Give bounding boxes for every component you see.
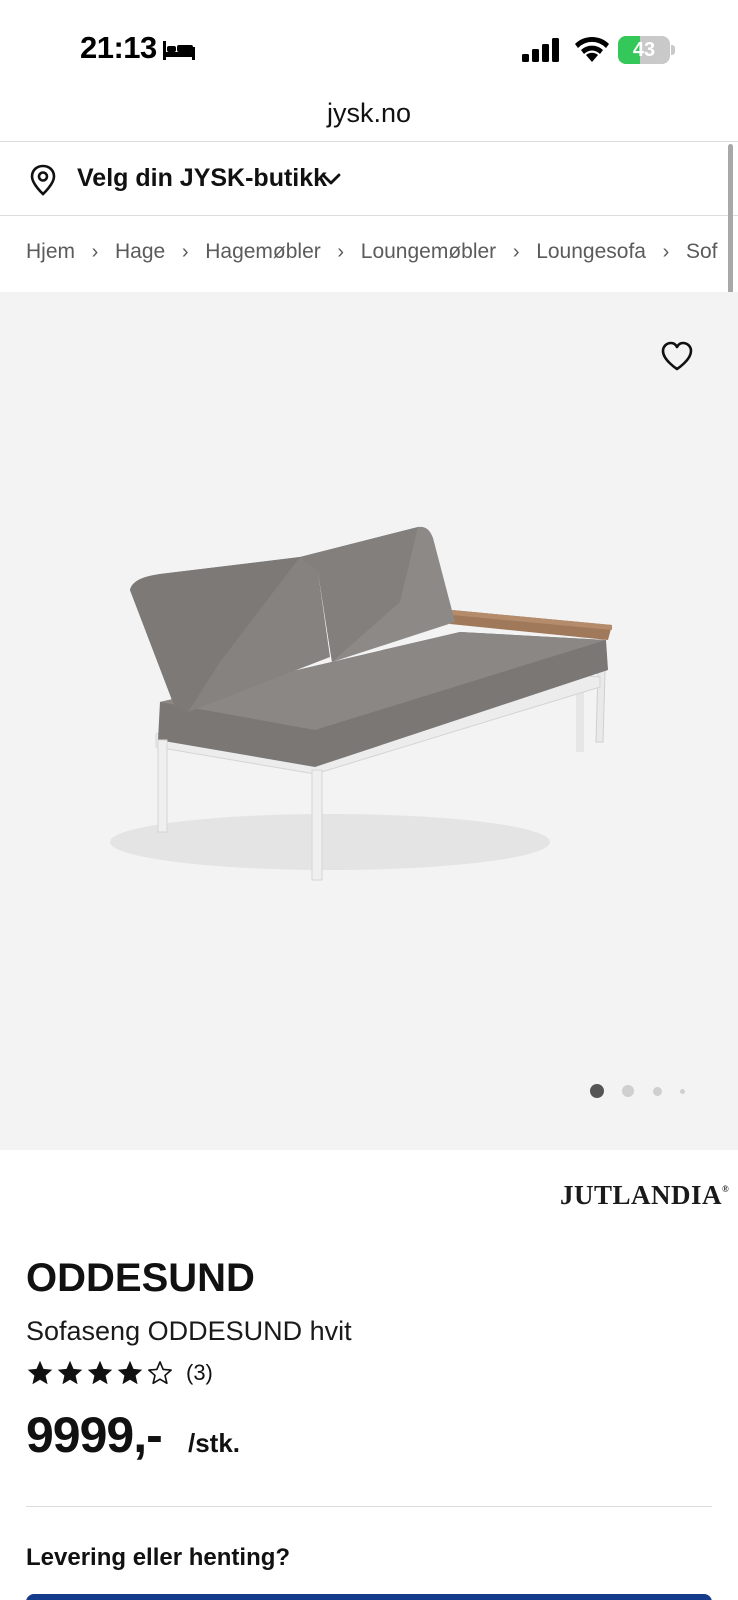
browser-url-bar[interactable]: jysk.no [0,90,738,142]
delivery-section-title: Levering eller henting? [26,1544,291,1571]
breadcrumb: Hjem › Hage › Hagemøbler › Loungemøbler … [0,216,730,292]
status-time: 21:13 [80,30,157,65]
chevron-down-icon[interactable] [320,170,342,188]
breadcrumb-separator: › [662,240,670,263]
url-text[interactable]: jysk.no [0,98,738,129]
bed-icon [163,41,195,60]
section-divider [26,1506,712,1507]
review-count[interactable]: (3) [186,1360,213,1386]
breadcrumb-separator: › [512,240,520,263]
gallery-dot[interactable] [680,1089,685,1094]
store-selector-label[interactable]: Velg din JYSK-butikk [77,164,327,193]
breadcrumb-item-loungesofa[interactable]: Loungesofa [536,240,646,264]
brand-logo[interactable]: JUTLANDIA® [560,1180,729,1216]
brand-name: JUTLANDIA [560,1180,723,1210]
heart-icon[interactable] [660,340,694,372]
star-filled-icon [117,1360,143,1385]
location-pin-icon [30,164,56,196]
gallery-dot[interactable] [622,1085,634,1097]
store-selector[interactable]: Velg din JYSK-butikk [0,142,738,216]
product-image-sofa [110,526,612,881]
breadcrumb-item-hage[interactable]: Hage [115,240,165,264]
delivery-option-button[interactable] [26,1594,712,1600]
product-title: ODDESUND [26,1256,255,1300]
status-bar: 21:13 43 [0,0,738,100]
star-filled-icon [27,1360,53,1385]
product-price: 9999,- [26,1407,163,1463]
brand-registered-mark: ® [722,1184,730,1194]
breadcrumb-item-sofaseng[interactable]: Sof [686,240,718,264]
product-description: Sofaseng ODDESUND hvit [26,1316,352,1346]
breadcrumb-separator: › [337,240,345,263]
gallery-dot[interactable] [590,1084,604,1098]
breadcrumb-separator: › [91,240,99,263]
price-unit: /stk. [188,1428,241,1458]
wifi-icon [575,36,609,62]
star-empty-icon [148,1361,172,1385]
battery-percent: 43 [632,39,656,61]
breadcrumb-item-hjem[interactable]: Hjem [26,240,75,264]
gallery-pagination [590,1082,700,1102]
star-filled-icon [87,1360,113,1385]
battery-charging-icon: 43 [618,36,675,64]
breadcrumb-item-hagemobler[interactable]: Hagemøbler [205,240,321,264]
breadcrumb-item-loungemobler[interactable]: Loungemøbler [361,240,496,264]
cellular-signal-icon [522,38,559,62]
gallery-dot[interactable] [653,1087,662,1096]
product-rating[interactable]: (3) [26,1358,213,1388]
star-filled-icon [57,1360,83,1385]
product-image-gallery[interactable] [0,292,738,1150]
page-scrollbar[interactable] [728,144,733,316]
breadcrumb-separator: › [181,240,189,263]
